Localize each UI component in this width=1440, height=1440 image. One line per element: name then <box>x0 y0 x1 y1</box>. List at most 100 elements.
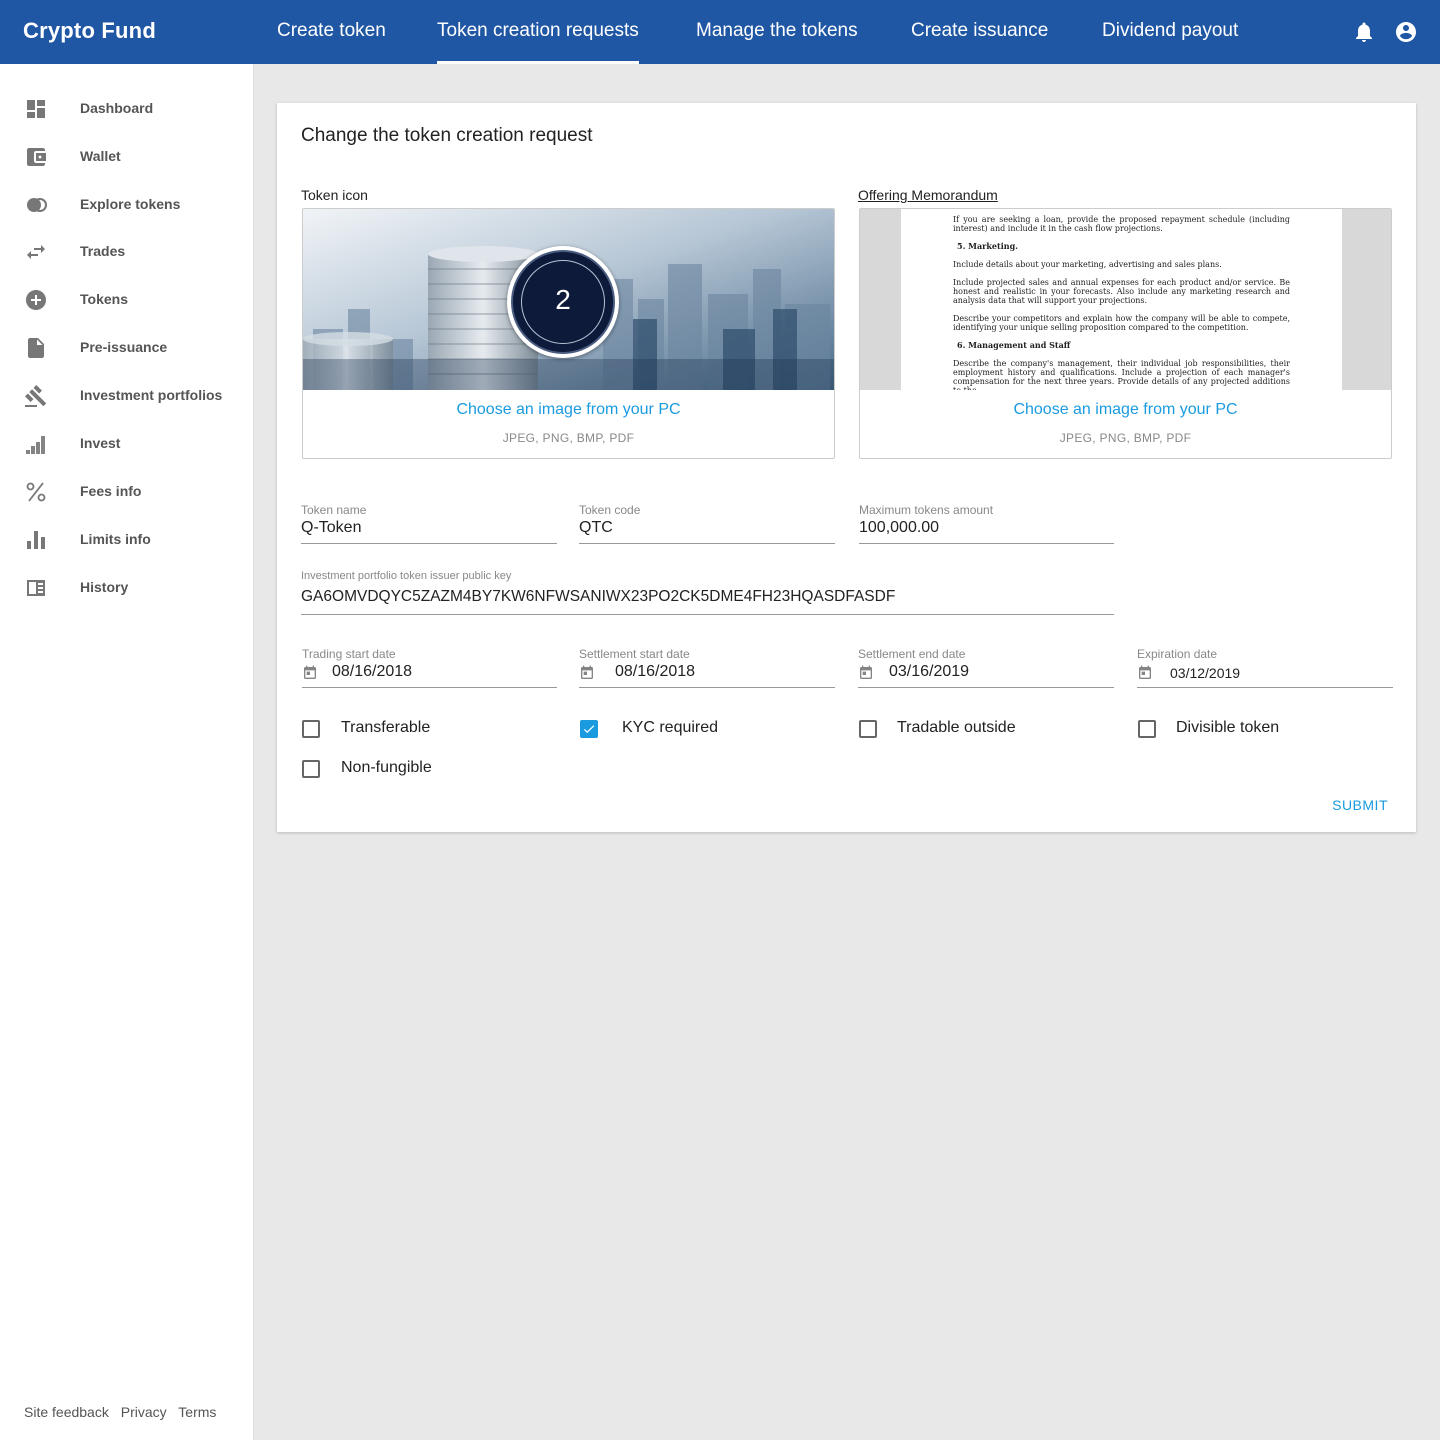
doc-paragraph: Include details about your marketing, ad… <box>953 260 1222 269</box>
tab-create-token[interactable]: Create token <box>277 0 386 64</box>
settlement-start-date-label: Settlement start date <box>579 647 690 661</box>
checkbox-box[interactable] <box>302 720 320 738</box>
wallet-icon <box>27 148 46 166</box>
sidebar-item-label: Tokens <box>80 291 128 307</box>
sidebar-item-wallet[interactable]: Wallet <box>0 133 253 181</box>
notifications-bell-icon[interactable] <box>1352 20 1376 44</box>
memorandum-preview: If you are seeking a loan, provide the p… <box>860 209 1391 390</box>
calendar-icon[interactable] <box>1137 665 1153 681</box>
dashboard-icon <box>27 100 45 118</box>
sidebar-item-dashboard[interactable]: Dashboard <box>0 85 253 133</box>
sidebar-item-tokens[interactable]: Tokens <box>0 276 253 324</box>
submit-button[interactable]: SUBMIT <box>1332 797 1388 813</box>
calendar-icon[interactable] <box>579 665 595 681</box>
settlement-end-date-field[interactable]: Settlement end date 03/16/2019 <box>858 647 1114 688</box>
settlement-end-date-value[interactable]: 03/16/2019 <box>889 663 969 681</box>
calendar-icon[interactable] <box>302 665 318 681</box>
sidebar-item-label: Dashboard <box>80 100 154 116</box>
doc-heading: 6. Management and Staff <box>957 340 1071 350</box>
privacy-link[interactable]: Privacy <box>121 1404 167 1420</box>
tab-dividend-payout[interactable]: Dividend payout <box>1102 0 1238 64</box>
transferable-checkbox[interactable]: Transferable <box>302 716 502 740</box>
token-icon-formats: JPEG, PNG, BMP, PDF <box>502 431 635 445</box>
memorandum-upload[interactable]: If you are seeking a loan, provide the p… <box>859 208 1392 459</box>
explore-tokens-icon <box>27 198 47 212</box>
choose-token-icon-link[interactable]: Choose an image from your PC <box>303 401 834 419</box>
token-code-value[interactable]: QTC <box>579 519 613 537</box>
checkbox-box[interactable] <box>302 760 320 778</box>
sidebar-item-invest[interactable]: Invest <box>0 420 253 468</box>
token-badge: 2 <box>507 246 619 358</box>
checkbox-box[interactable] <box>1138 720 1156 738</box>
tradable-outside-label: Tradable outside <box>897 719 1016 736</box>
site-feedback-link[interactable]: Site feedback <box>24 1404 109 1420</box>
expiration-date-value[interactable]: 03/12/2019 <box>1170 665 1240 681</box>
tab-manage-tokens[interactable]: Manage the tokens <box>696 0 858 64</box>
top-app-bar: Crypto Fund Create token Token creation … <box>0 0 1440 64</box>
checkbox-box-checked[interactable] <box>580 720 598 738</box>
sidebar-item-history[interactable]: History <box>0 564 253 612</box>
bar-chart-icon <box>27 531 45 549</box>
calendar-icon[interactable] <box>858 665 874 681</box>
sidebar-item-limits-info[interactable]: Limits info <box>0 516 253 564</box>
sidebar: Dashboard Wallet Explore tokens Trades T… <box>0 64 254 1440</box>
sidebar-item-label: Fees info <box>80 483 142 499</box>
checkbox-box[interactable] <box>859 720 877 738</box>
token-name-label: Token name <box>301 503 367 517</box>
token-code-field[interactable]: Token code QTC <box>579 503 835 544</box>
doc-paragraph: If you are seeking a loan, provide the p… <box>953 215 1290 233</box>
account-circle-icon[interactable] <box>1394 20 1418 44</box>
trading-start-date-label: Trading start date <box>302 647 396 661</box>
signal-bars-icon <box>26 436 45 454</box>
divisible-token-checkbox[interactable]: Divisible token <box>1138 716 1338 740</box>
gavel-icon <box>24 385 47 407</box>
non-fungible-checkbox[interactable]: Non-fungible <box>302 756 502 780</box>
settlement-start-date-field[interactable]: Settlement start date 08/16/2018 <box>579 647 835 688</box>
sidebar-item-label: Explore tokens <box>80 196 181 212</box>
max-tokens-value[interactable]: 100,000.00 <box>859 519 939 537</box>
sidebar-item-label: History <box>80 579 129 595</box>
checkmark-icon <box>583 725 595 734</box>
terms-link[interactable]: Terms <box>178 1404 216 1420</box>
page-title: Change the token creation request <box>301 125 593 146</box>
settlement-end-date-label: Settlement end date <box>858 647 966 661</box>
swap-icon <box>27 245 45 259</box>
sidebar-footer: Site feedback Privacy Terms <box>24 1404 224 1420</box>
choose-memorandum-link[interactable]: Choose an image from your PC <box>860 401 1391 419</box>
sidebar-item-fees-info[interactable]: Fees info <box>0 468 253 516</box>
tradable-outside-checkbox[interactable]: Tradable outside <box>859 716 1059 740</box>
sidebar-item-trades[interactable]: Trades <box>0 228 253 276</box>
doc-paragraph: Describe your competitors and explain ho… <box>953 314 1290 332</box>
trading-start-date-value[interactable]: 08/16/2018 <box>332 663 412 681</box>
doc-paragraph: Describe the company's management, their… <box>953 359 1290 390</box>
tab-token-creation-requests[interactable]: Token creation requests <box>437 0 639 64</box>
trading-start-date-field[interactable]: Trading start date 08/16/2018 <box>302 647 557 688</box>
doc-heading: 5. Marketing. <box>957 241 1018 251</box>
expiration-date-field[interactable]: Expiration date 03/12/2019 <box>1137 647 1393 688</box>
sidebar-item-pre-issuance[interactable]: Pre-issuance <box>0 324 253 372</box>
memorandum-formats: JPEG, PNG, BMP, PDF <box>1059 431 1192 445</box>
document-icon <box>28 338 44 358</box>
kyc-required-checkbox[interactable]: KYC required <box>580 716 780 740</box>
settlement-start-date-value[interactable]: 08/16/2018 <box>615 663 695 681</box>
public-key-field[interactable]: Investment portfolio token issuer public… <box>301 570 1114 615</box>
add-circle-icon <box>26 290 46 310</box>
public-key-value[interactable]: GA6OMVDQYC5ZAZM4BY7KW6NFWSANIWX23PO2CK5D… <box>301 588 895 606</box>
token-name-value[interactable]: Q-Token <box>301 519 361 537</box>
token-name-field[interactable]: Token name Q-Token <box>301 503 557 544</box>
token-icon-upload[interactable]: 2 Choose an image from your PC JPEG, PNG… <box>302 208 835 459</box>
sidebar-item-investment-portfolios[interactable]: Investment portfolios <box>0 372 253 420</box>
sidebar-item-label: Limits info <box>80 531 151 547</box>
memorandum-document: If you are seeking a loan, provide the p… <box>901 209 1342 390</box>
expiration-date-label: Expiration date <box>1137 647 1218 661</box>
percent-icon <box>26 482 46 502</box>
app-brand[interactable]: Crypto Fund <box>23 18 156 44</box>
sidebar-item-label: Investment portfolios <box>80 387 223 403</box>
sidebar-item-explore-tokens[interactable]: Explore tokens <box>0 181 253 229</box>
non-fungible-label: Non-fungible <box>341 759 432 776</box>
offering-memorandum-label[interactable]: Offering Memorandum <box>858 187 998 203</box>
tab-create-issuance[interactable]: Create issuance <box>911 0 1048 64</box>
transferable-label: Transferable <box>341 719 431 736</box>
max-tokens-field[interactable]: Maximum tokens amount 100,000.00 <box>859 503 1114 544</box>
sidebar-item-label: Trades <box>80 243 126 259</box>
